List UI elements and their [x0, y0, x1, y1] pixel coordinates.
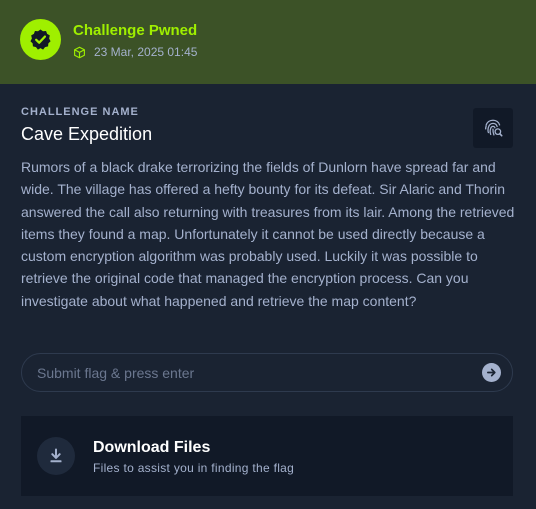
section-label: CHALLENGE NAME [21, 106, 139, 118]
verified-check-icon [20, 19, 61, 60]
pwned-banner: Challenge Pwned 23 Mar, 2025 01:45 [0, 0, 536, 84]
download-button[interactable] [37, 437, 75, 475]
fingerprint-search-button[interactable] [473, 108, 513, 148]
arrow-right-circle-icon [487, 368, 496, 377]
pwned-date-row: 23 Mar, 2025 01:45 [73, 45, 197, 59]
challenge-description: Rumors of a black drake terrorizing the … [21, 159, 515, 309]
fingerprint-search-icon [485, 119, 503, 137]
pwned-date: 23 Mar, 2025 01:45 [94, 45, 198, 59]
cube-icon [74, 46, 85, 58]
submit-flag-button[interactable] [482, 363, 501, 382]
download-title: Download Files [93, 439, 211, 456]
flag-input[interactable] [37, 354, 477, 391]
download-icon [50, 448, 62, 463]
challenge-name: Cave Expedition [21, 124, 153, 144]
pwned-title: Challenge Pwned [73, 22, 198, 39]
download-files-card[interactable]: Download Files Files to assist you in fi… [21, 416, 513, 496]
flag-input-container [21, 353, 513, 392]
download-subtitle: Files to assist you in finding the flag [93, 461, 295, 475]
